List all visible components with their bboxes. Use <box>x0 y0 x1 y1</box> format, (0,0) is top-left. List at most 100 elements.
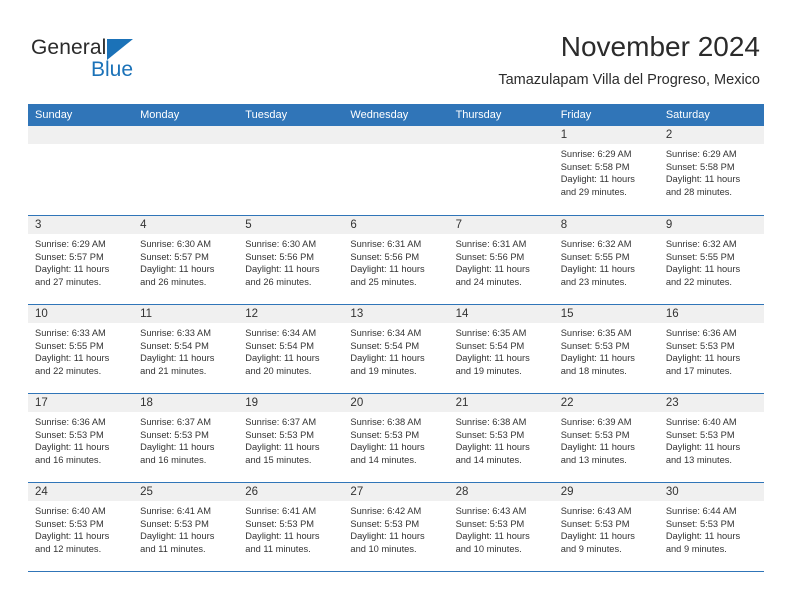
sunset-text: Sunset: 5:53 PM <box>665 340 735 351</box>
day-number: 1 <box>553 126 659 144</box>
calendar-day-cell[interactable]: 4 Sunrise: 6:30 AM Sunset: 5:57 PM Daylight… <box>133 216 239 304</box>
calendar-day-cell[interactable]: 19 Sunrise: 6:37 AM Sunset: 5:53 PM Dayligh… <box>238 394 344 482</box>
calendar-day-cell[interactable]: 29 Sunrise: 6:43 AM Sunset: 5:53 PM Dayligh… <box>553 483 659 571</box>
calendar-day-cell[interactable]: 21 Sunrise: 6:38 AM Sunset: 5:53 PM Dayligh… <box>448 394 554 482</box>
calendar-day-cell[interactable]: 17 Sunrise: 6:36 AM Sunset: 5:53 PM Dayligh… <box>28 394 134 482</box>
day-sun-info: Sunrise: 6:38 AM Sunset: 5:53 PM Daylight:… <box>343 412 448 466</box>
calendar-day-cell[interactable]: 10 Sunrise: 6:33 AM Sunset: 5:55 PM Dayligh… <box>28 305 134 393</box>
day-number: 28 <box>448 483 554 501</box>
calendar-day-cell[interactable]: 11 Sunrise: 6:33 AM Sunset: 5:54 PM Dayligh… <box>133 305 239 393</box>
calendar-week-row: 3 Sunrise: 6:29 AM Sunset: 5:57 PM Daylight… <box>28 215 764 304</box>
sunrise-text: Sunrise: 6:30 AM <box>140 239 211 249</box>
day-number: 14 <box>448 305 554 323</box>
sunset-text: Sunset: 5:56 PM <box>245 251 315 262</box>
day-sun-info: Sunrise: 6:35 AM Sunset: 5:54 PM Daylight:… <box>449 323 554 377</box>
day-number <box>28 126 134 144</box>
sunset-text: Sunset: 5:53 PM <box>140 518 209 529</box>
daylight-text-line2: and 19 minutes. <box>455 365 522 376</box>
day-number: 26 <box>238 483 344 501</box>
calendar-day-cell[interactable]: 15 Sunrise: 6:35 AM Sunset: 5:53 PM Dayligh… <box>553 305 659 393</box>
calendar-day-cell-empty <box>133 126 239 215</box>
calendar-weeks: 1 Sunrise: 6:29 AM Sunset: 5:58 PM Daylight… <box>28 126 764 571</box>
calendar-day-cell[interactable]: 5 Sunrise: 6:30 AM Sunset: 5:56 PM Daylight… <box>238 216 344 304</box>
calendar-day-cell[interactable]: 24 Sunrise: 6:40 AM Sunset: 5:53 PM Dayligh… <box>28 483 134 571</box>
weekday-header-row: Sunday Monday Tuesday Wednesday Thursday… <box>28 104 764 126</box>
weekday-header-sunday: Sunday <box>35 109 73 121</box>
day-sun-info: Sunrise: 6:32 AM Sunset: 5:55 PM Daylight:… <box>554 234 659 288</box>
sunset-text: Sunset: 5:53 PM <box>245 518 315 529</box>
day-sun-info: Sunrise: 6:41 AM Sunset: 5:53 PM Daylight:… <box>133 501 238 555</box>
sunrise-text: Sunrise: 6:37 AM <box>140 417 211 427</box>
sunrise-text: Sunrise: 6:31 AM <box>350 239 422 249</box>
sunset-text: Sunset: 5:53 PM <box>560 429 630 440</box>
daylight-text-line2: and 24 minutes. <box>455 276 522 287</box>
sunrise-text: Sunrise: 6:39 AM <box>560 417 632 427</box>
calendar-day-cell[interactable]: 7 Sunrise: 6:31 AM Sunset: 5:56 PM Daylight… <box>448 216 554 304</box>
day-number: 27 <box>343 483 449 501</box>
daylight-text-line1: Daylight: 11 hours <box>560 442 635 453</box>
sunset-text: Sunset: 5:53 PM <box>245 429 315 440</box>
sunrise-text: Sunrise: 6:40 AM <box>35 506 106 516</box>
sunrise-text: Sunrise: 6:34 AM <box>350 328 422 338</box>
calendar-day-cell[interactable]: 14 Sunrise: 6:35 AM Sunset: 5:54 PM Dayligh… <box>448 305 554 393</box>
daylight-text-line1: Daylight: 11 hours <box>350 442 425 453</box>
daylight-text-line1: Daylight: 11 hours <box>245 264 320 275</box>
daylight-text-line2: and 21 minutes. <box>140 365 207 376</box>
day-number: 6 <box>343 216 449 234</box>
daylight-text-line2: and 23 minutes. <box>560 276 627 287</box>
sunset-text: Sunset: 5:54 PM <box>140 340 209 351</box>
sunrise-text: Sunrise: 6:42 AM <box>350 506 422 516</box>
sunset-text: Sunset: 5:53 PM <box>350 429 420 440</box>
calendar-day-cell[interactable]: 9 Sunrise: 6:32 AM Sunset: 5:55 PM Daylight… <box>658 216 764 304</box>
calendar-day-cell[interactable]: 23 Sunrise: 6:40 AM Sunset: 5:53 PM Dayligh… <box>658 394 764 482</box>
sunset-text: Sunset: 5:53 PM <box>665 518 735 529</box>
sunrise-text: Sunrise: 6:32 AM <box>665 239 737 249</box>
day-sun-info: Sunrise: 6:33 AM Sunset: 5:54 PM Daylight:… <box>133 323 238 377</box>
sunrise-text: Sunrise: 6:41 AM <box>245 506 317 516</box>
day-number: 22 <box>553 394 659 412</box>
sunrise-text: Sunrise: 6:31 AM <box>455 239 527 249</box>
day-number: 30 <box>658 483 764 501</box>
calendar-week-row: 1 Sunrise: 6:29 AM Sunset: 5:58 PM Daylight… <box>28 126 764 215</box>
daylight-text-line2: and 22 minutes. <box>665 276 732 287</box>
day-sun-info: Sunrise: 6:42 AM Sunset: 5:53 PM Daylight:… <box>343 501 448 555</box>
calendar-day-cell[interactable]: 8 Sunrise: 6:32 AM Sunset: 5:55 PM Daylight… <box>553 216 659 304</box>
day-number: 19 <box>238 394 344 412</box>
day-number: 17 <box>28 394 134 412</box>
calendar-day-cell[interactable]: 13 Sunrise: 6:34 AM Sunset: 5:54 PM Dayligh… <box>343 305 449 393</box>
calendar-bottom-rule <box>28 571 764 572</box>
calendar-week-row: 17 Sunrise: 6:36 AM Sunset: 5:53 PM Dayligh… <box>28 393 764 482</box>
calendar-day-cell[interactable]: 12 Sunrise: 6:34 AM Sunset: 5:54 PM Dayligh… <box>238 305 344 393</box>
sunrise-text: Sunrise: 6:43 AM <box>455 506 527 516</box>
day-sun-info: Sunrise: 6:29 AM Sunset: 5:58 PM Daylight:… <box>554 144 659 198</box>
calendar-day-cell[interactable]: 20 Sunrise: 6:38 AM Sunset: 5:53 PM Dayligh… <box>343 394 449 482</box>
sunrise-text: Sunrise: 6:33 AM <box>35 328 106 338</box>
calendar-day-cell[interactable]: 3 Sunrise: 6:29 AM Sunset: 5:57 PM Daylight… <box>28 216 134 304</box>
calendar-day-cell[interactable]: 2 Sunrise: 6:29 AM Sunset: 5:58 PM Daylight… <box>658 126 764 215</box>
calendar-day-cell[interactable]: 6 Sunrise: 6:31 AM Sunset: 5:56 PM Daylight… <box>343 216 449 304</box>
calendar-day-cell[interactable]: 30 Sunrise: 6:44 AM Sunset: 5:53 PM Dayligh… <box>658 483 764 571</box>
calendar-day-cell[interactable]: 26 Sunrise: 6:41 AM Sunset: 5:53 PM Dayligh… <box>238 483 344 571</box>
daylight-text-line2: and 17 minutes. <box>665 365 732 376</box>
logo-triangle-icon <box>107 39 133 60</box>
daylight-text-line1: Daylight: 11 hours <box>140 264 215 275</box>
daylight-text-line2: and 11 minutes. <box>245 543 311 554</box>
general-blue-logo[interactable]: General Blue <box>31 36 211 86</box>
daylight-text-line1: Daylight: 11 hours <box>665 264 741 275</box>
day-sun-info: Sunrise: 6:36 AM Sunset: 5:53 PM Daylight:… <box>659 323 764 377</box>
calendar-day-cell[interactable]: 1 Sunrise: 6:29 AM Sunset: 5:58 PM Daylight… <box>553 126 659 215</box>
daylight-text-line2: and 22 minutes. <box>35 365 102 376</box>
day-sun-info: Sunrise: 6:38 AM Sunset: 5:53 PM Daylight:… <box>449 412 554 466</box>
calendar-day-cell[interactable]: 16 Sunrise: 6:36 AM Sunset: 5:53 PM Dayligh… <box>658 305 764 393</box>
daylight-text-line1: Daylight: 11 hours <box>665 174 741 185</box>
sunset-text: Sunset: 5:54 PM <box>350 340 420 351</box>
calendar-day-cell[interactable]: 27 Sunrise: 6:42 AM Sunset: 5:53 PM Dayligh… <box>343 483 449 571</box>
sunset-text: Sunset: 5:53 PM <box>140 429 209 440</box>
calendar-day-cell[interactable]: 25 Sunrise: 6:41 AM Sunset: 5:53 PM Dayligh… <box>133 483 239 571</box>
day-number: 20 <box>343 394 449 412</box>
sunset-text: Sunset: 5:58 PM <box>665 161 735 172</box>
calendar-day-cell[interactable]: 18 Sunrise: 6:37 AM Sunset: 5:53 PM Dayligh… <box>133 394 239 482</box>
calendar-day-cell[interactable]: 28 Sunrise: 6:43 AM Sunset: 5:53 PM Dayligh… <box>448 483 554 571</box>
calendar-day-cell[interactable]: 22 Sunrise: 6:39 AM Sunset: 5:53 PM Dayligh… <box>553 394 659 482</box>
page-title: November 2024 <box>560 31 760 62</box>
